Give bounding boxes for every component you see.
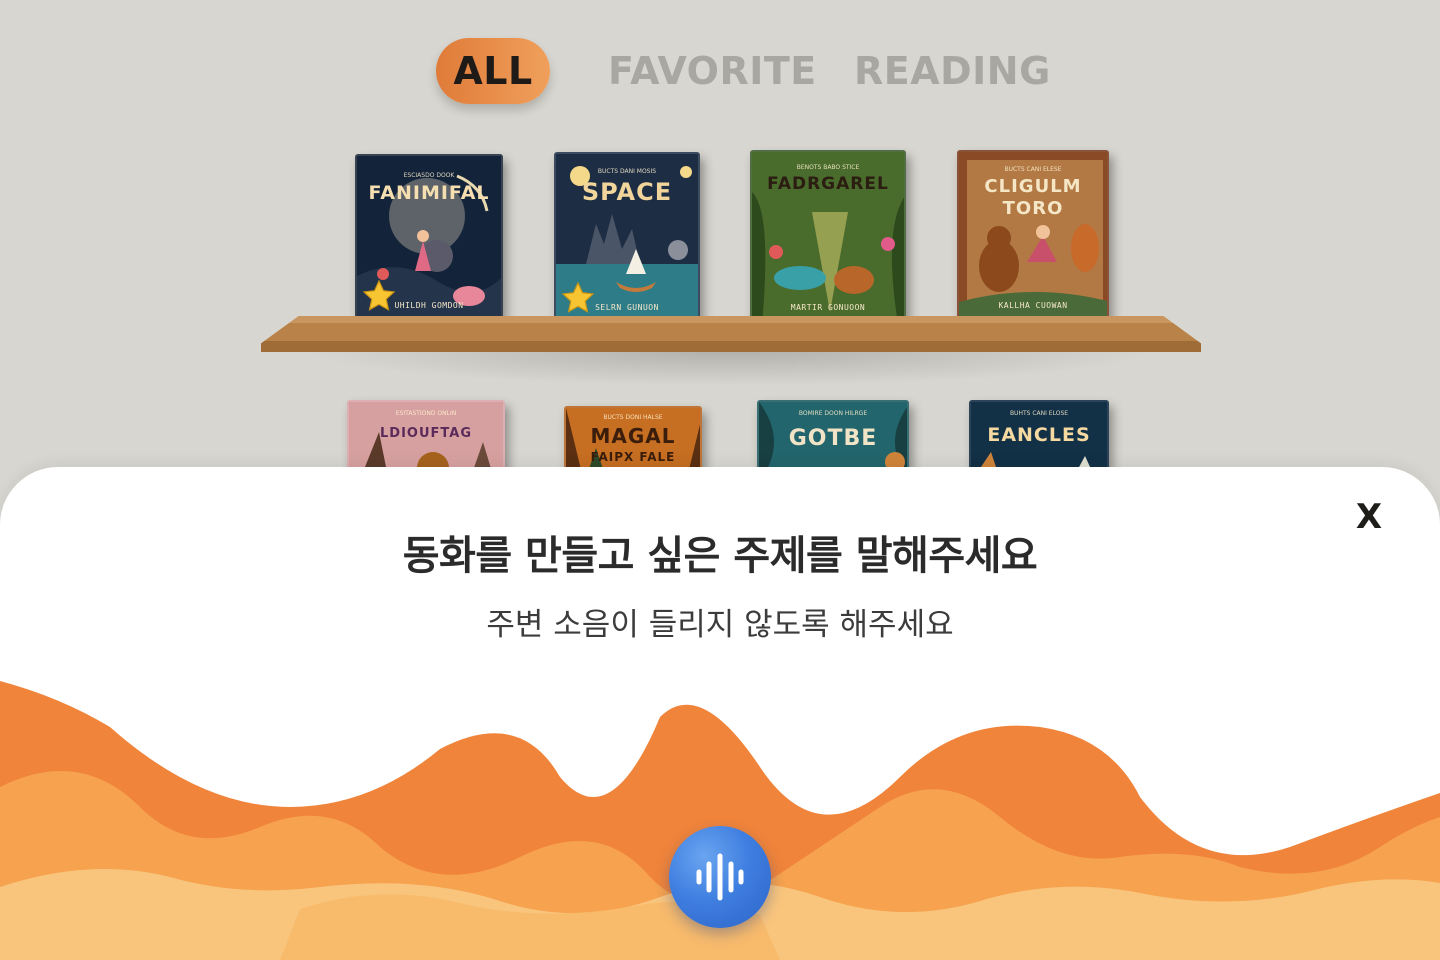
book-subtitle: BUHTS CANI ELOSE — [1009, 410, 1069, 417]
book-title: FANIMIFAL — [368, 182, 490, 204]
tab-reading[interactable]: READING — [854, 38, 1051, 104]
category-tabs: ALL FAVORITE READING — [0, 38, 1440, 104]
book-card[interactable]: BUCTS CANI ELESE CLIGULM TORO KALLHA CUO… — [957, 150, 1109, 320]
mic-button[interactable] — [669, 826, 771, 928]
book-title: CLIGULM — [984, 176, 1082, 197]
sheet-subtitle: 주변 소음이 들리지 않도록 해주세요 — [486, 607, 954, 643]
book-title: LDIOUFTAG — [380, 426, 472, 441]
star-icon — [362, 279, 396, 311]
book-title-line2: FAIPX FALE — [590, 450, 676, 464]
book-title: MAGAL — [590, 424, 676, 448]
book-subtitle: BENOTS BABO STICE — [796, 164, 860, 171]
book-subtitle: ESCIASDO DOOK — [403, 172, 455, 179]
book-author: MARTIR GONUOON — [790, 303, 866, 312]
book-card[interactable]: ESCIASDO DOOK FANIMIFAL UHILDH GOMDON — [355, 154, 503, 320]
book-card[interactable]: BENOTS BABO STICE FADRGAREL MARTIR GONUO… — [750, 150, 906, 322]
book-subtitle: BUCTS CANI ELESE — [1004, 166, 1062, 173]
book-subtitle: BUCTS DONI HALSE — [603, 414, 663, 421]
book-title: FADRGAREL — [767, 174, 889, 194]
voice-wave-icon — [696, 853, 744, 901]
book-title-line2: TORO — [1002, 198, 1064, 219]
sheet-title: 동화를 만들고 싶은 주제를 말해주세요 — [402, 533, 1038, 579]
book-subtitle: ESITASTIOND ONLIN — [395, 410, 457, 417]
book-subtitle: BOMIRE DOON HILRGE — [798, 410, 868, 417]
shelf-shadow — [300, 350, 1160, 386]
book-subtitle: BUCTS DANI MOSIS — [597, 168, 657, 175]
tab-all[interactable]: ALL — [436, 38, 550, 104]
tab-favorite[interactable]: FAVORITE — [608, 38, 817, 104]
book-title: SPACE — [581, 178, 673, 206]
book-card[interactable]: BUCTS DANI MOSIS SPACE SELRN GUNUON — [554, 152, 700, 322]
book-author: KALLHA CUOWAN — [998, 301, 1068, 310]
book-title: EANCLES — [987, 424, 1091, 446]
book-title: GOTBE — [788, 426, 878, 451]
star-icon — [561, 281, 595, 313]
bookshelf — [261, 316, 1201, 352]
